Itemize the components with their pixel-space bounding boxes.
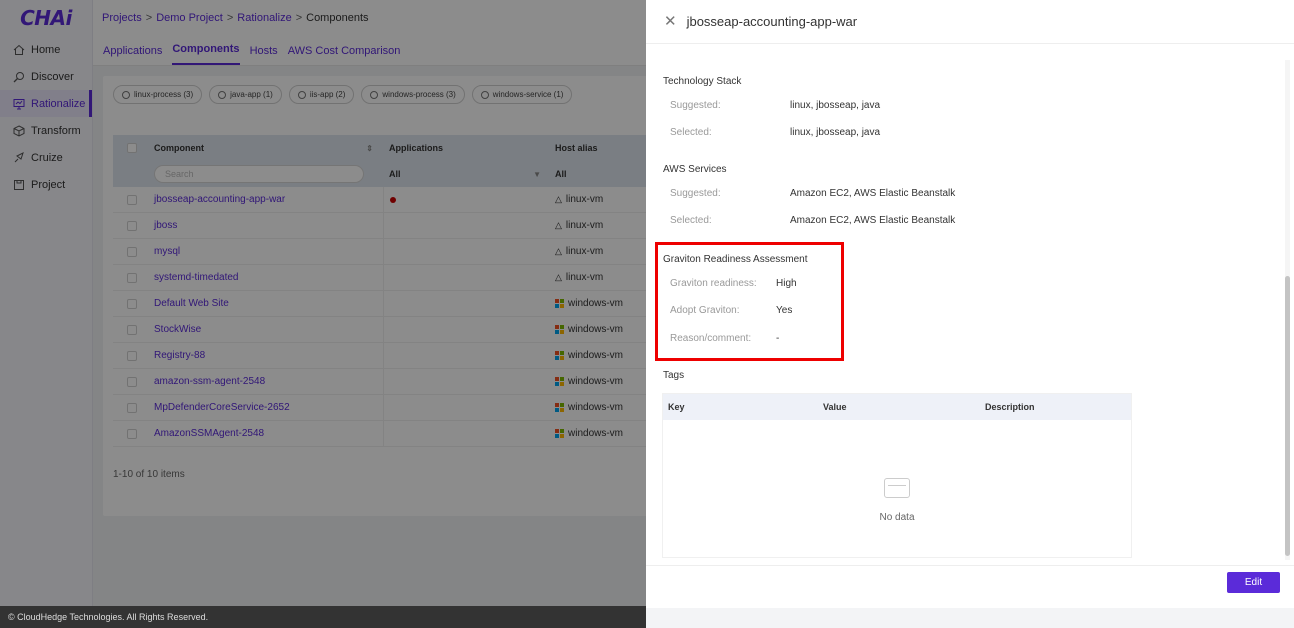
aws-selected-label: Selected: — [670, 215, 712, 226]
aws-suggested-value: Amazon EC2, AWS Elastic Beanstalk — [790, 188, 956, 199]
drawer-footer: Edit — [646, 565, 1294, 608]
edit-button[interactable]: Edit — [1227, 572, 1280, 593]
drawer-title: jbosseap-accounting-app-war — [686, 14, 858, 29]
aws-suggested-label: Suggested: — [670, 188, 721, 199]
close-icon[interactable]: ✕ — [664, 14, 677, 29]
tech-suggested-value: linux, jbosseap, java — [790, 100, 881, 111]
tech-suggested-label: Suggested: — [670, 100, 721, 111]
graviton-readiness-value: High — [776, 278, 797, 289]
footer-copyright: © CloudHedge Technologies. All Rights Re… — [0, 606, 646, 628]
aws-selected-value: Amazon EC2, AWS Elastic Beanstalk — [790, 215, 956, 226]
tags-table-header: Key Value Description — [663, 394, 1131, 420]
tech-selected-value: linux, jbosseap, java — [790, 127, 881, 138]
drawer-scroll-thumb[interactable] — [1285, 276, 1290, 556]
tags-col-value: Value — [823, 402, 847, 412]
adopt-graviton-value: Yes — [776, 305, 793, 316]
tech-selected-label: Selected: — [670, 127, 712, 138]
adopt-graviton-label: Adopt Graviton: — [670, 305, 740, 316]
section-aws-services: AWS Services — [663, 164, 727, 175]
modal-overlay[interactable] — [0, 0, 646, 606]
tags-table: Key Value Description No data — [662, 393, 1132, 558]
empty-state: No data — [663, 478, 1131, 523]
reason-label: Reason/comment: — [670, 333, 752, 344]
section-technology-stack: Technology Stack — [663, 76, 742, 87]
drawer-header: ✕ jbosseap-accounting-app-war — [646, 0, 1294, 44]
section-graviton: Graviton Readiness Assessment — [663, 254, 808, 265]
component-detail-drawer: ✕ jbosseap-accounting-app-war Technology… — [646, 0, 1294, 628]
section-tags: Tags — [663, 370, 685, 381]
graviton-readiness-label: Graviton readiness: — [670, 278, 757, 289]
empty-inbox-icon — [884, 478, 910, 498]
empty-text: No data — [879, 512, 915, 523]
tags-col-description: Description — [985, 402, 1035, 412]
reason-value: - — [776, 333, 780, 344]
tags-col-key: Key — [668, 402, 685, 412]
drawer-bottom-bar — [646, 608, 1294, 628]
